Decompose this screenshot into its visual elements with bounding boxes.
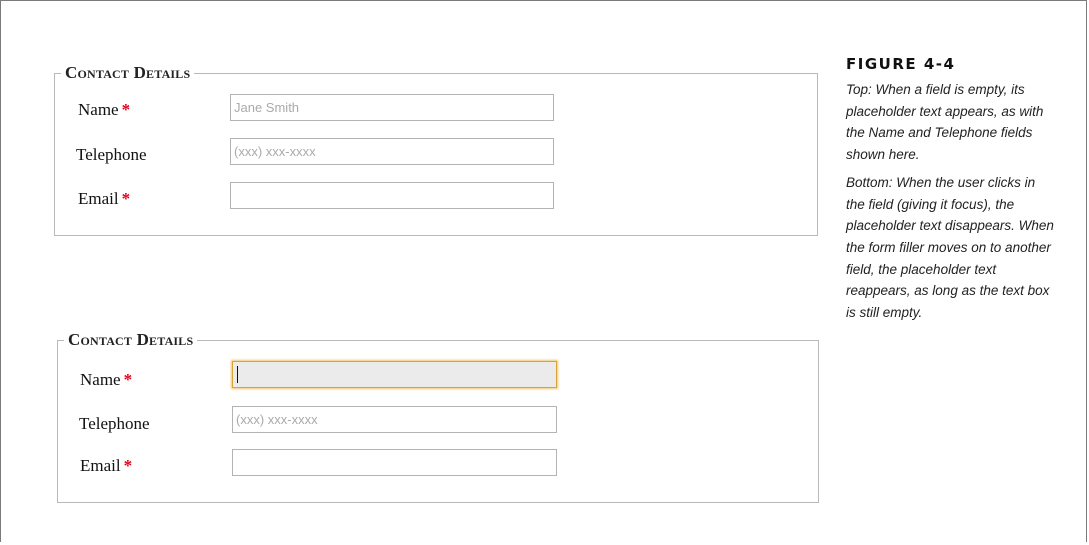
name-label-text: Name [80, 370, 121, 389]
email-label-text: Email [78, 189, 119, 208]
email-field[interactable] [232, 449, 557, 476]
email-label: Email * [80, 456, 132, 476]
name-field[interactable]: Jane Smith [230, 94, 554, 121]
telephone-label: Telephone [79, 414, 150, 434]
telephone-label-text: Telephone [79, 414, 150, 433]
required-marker: * [123, 456, 133, 475]
required-marker: * [121, 100, 131, 119]
email-label-text: Email [80, 456, 121, 475]
caption-top-text: Top: When a field is empty, its placehol… [846, 82, 1044, 163]
name-label-text: Name [78, 100, 119, 119]
telephone-field[interactable]: (xxx) xxx-xxxx [230, 138, 554, 165]
name-placeholder: Jane Smith [234, 100, 300, 115]
text-cursor [237, 366, 238, 383]
required-marker: * [123, 370, 133, 389]
telephone-label: Telephone [76, 145, 147, 165]
figure-number: FIGURE 4-4 [846, 55, 956, 73]
email-field[interactable] [230, 182, 554, 209]
fieldset-legend: Contact Details [68, 330, 194, 349]
caption-bottom-text: Bottom: When the user clicks in the fiel… [846, 174, 1054, 321]
telephone-placeholder: (xxx) xxx-xxxx [234, 144, 316, 159]
name-field-focused[interactable] [232, 361, 557, 388]
name-label: Name * [80, 370, 132, 390]
name-label: Name * [78, 100, 130, 120]
telephone-label-text: Telephone [76, 145, 147, 164]
fieldset-legend: Contact Details [65, 63, 191, 82]
required-marker: * [121, 189, 131, 208]
telephone-field[interactable]: (xxx) xxx-xxxx [232, 406, 557, 433]
email-label: Email * [78, 189, 130, 209]
figure-caption: FIGURE 4-4 Top: When a field is empty, i… [846, 55, 1056, 330]
telephone-placeholder: (xxx) xxx-xxxx [236, 412, 318, 427]
